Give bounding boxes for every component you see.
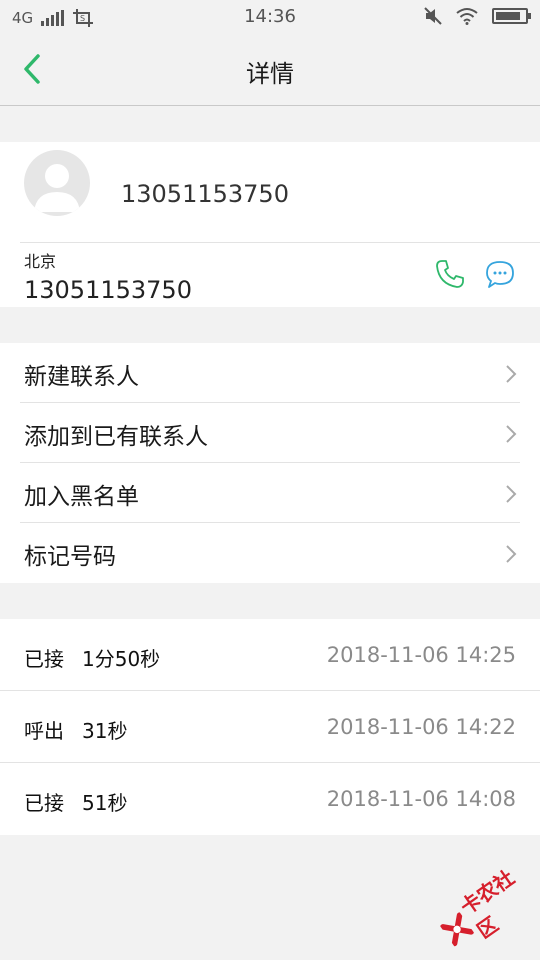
divider: [20, 242, 540, 243]
menu-item-label: 新建联系人: [24, 364, 139, 390]
phone-icon: [436, 260, 464, 288]
battery-icon: [492, 8, 531, 24]
chevron-right-icon: [506, 545, 517, 563]
call-duration: 1分50秒: [82, 647, 161, 671]
menu-item-blacklist[interactable]: 加入黑名单: [0, 463, 540, 523]
call-button[interactable]: [434, 258, 466, 290]
chevron-right-icon: [506, 425, 517, 443]
mute-icon: [424, 7, 442, 25]
status-bar: 4G S 14:36: [0, 0, 540, 34]
phone-number[interactable]: 13051153750: [24, 276, 192, 304]
call-duration: 31秒: [82, 719, 128, 743]
call-record[interactable]: 已接 51秒 2018-11-06 14:08: [0, 763, 540, 835]
status-right: [424, 7, 531, 25]
menu-item-label: 添加到已有联系人: [24, 424, 208, 450]
call-duration: 51秒: [82, 791, 128, 815]
action-menu: 新建联系人 添加到已有联系人 加入黑名单 标记号码: [0, 343, 540, 583]
message-icon: [486, 261, 514, 288]
call-type: 已接: [24, 791, 64, 815]
chevron-right-icon: [506, 485, 517, 503]
menu-item-label: 加入黑名单: [24, 484, 139, 510]
call-record[interactable]: 已接 1分50秒 2018-11-06 14:25: [0, 619, 540, 691]
watermark: 卡农社区: [431, 854, 540, 960]
call-type: 已接: [24, 647, 64, 671]
message-button[interactable]: [484, 258, 516, 290]
contact-card: 13051153750 北京 13051153750: [0, 142, 540, 307]
call-record[interactable]: 呼出 31秒 2018-11-06 14:22: [0, 691, 540, 763]
avatar: [24, 150, 90, 216]
number-location: 北京: [24, 252, 57, 271]
chevron-right-icon: [506, 365, 517, 383]
menu-item-mark-number[interactable]: 标记号码: [0, 523, 540, 583]
person-icon: [34, 164, 80, 212]
call-history: 已接 1分50秒 2018-11-06 14:25 呼出 31秒 2018-11…: [0, 619, 540, 835]
call-time: 2018-11-06 14:25: [326, 643, 516, 667]
wifi-icon: [456, 8, 478, 25]
header-bar: 详情: [0, 34, 540, 106]
contact-number: 13051153750: [121, 180, 289, 208]
call-type: 呼出: [24, 719, 64, 743]
call-time: 2018-11-06 14:22: [326, 715, 516, 739]
menu-item-label: 标记号码: [24, 544, 116, 570]
battery-fill: [496, 12, 520, 20]
call-time: 2018-11-06 14:08: [326, 787, 516, 811]
menu-item-add-to-existing[interactable]: 添加到已有联系人: [0, 403, 540, 463]
menu-item-new-contact[interactable]: 新建联系人: [0, 343, 540, 403]
page-title: 详情: [246, 60, 294, 88]
